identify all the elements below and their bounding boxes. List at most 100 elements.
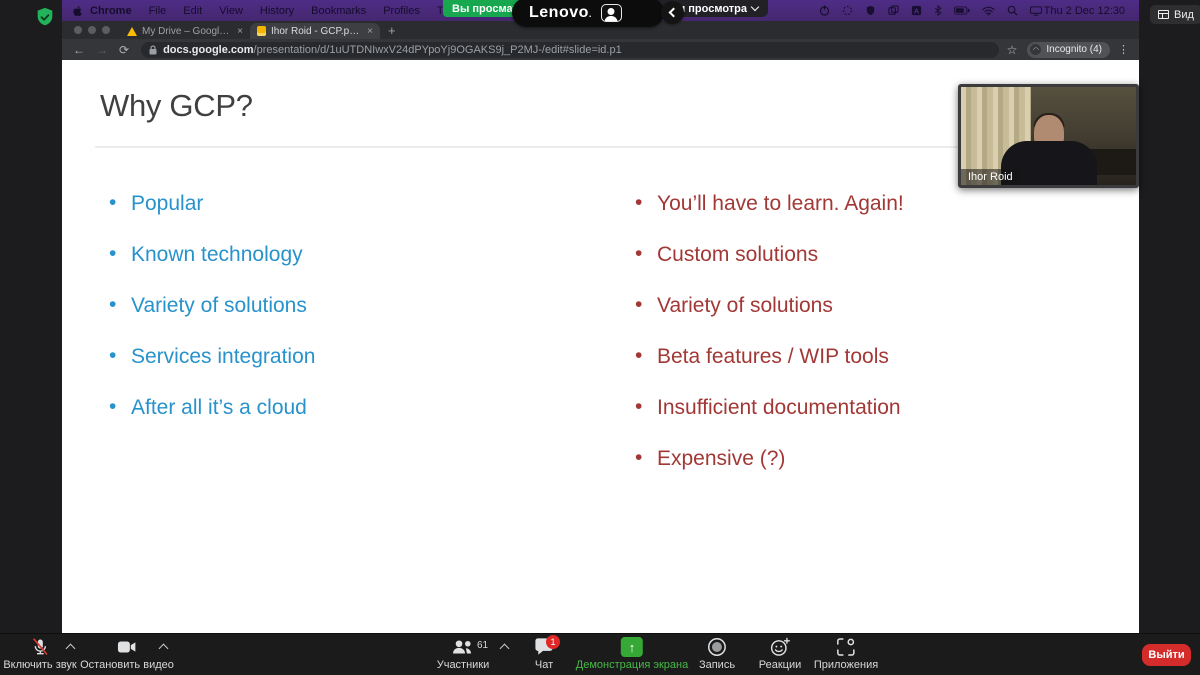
reactions-label: Реакции	[758, 659, 802, 671]
apps-icon	[837, 638, 855, 656]
bookmark-star-icon[interactable]: ☆	[1007, 43, 1018, 57]
menu-bar-item[interactable]: Chrome	[90, 5, 132, 17]
apps-button[interactable]: Приложения	[814, 637, 878, 671]
unmute-label: Включить звук	[3, 659, 77, 671]
collapse-overlay-button[interactable]	[661, 1, 684, 24]
con-bullet-item: Expensive (?)	[630, 446, 904, 470]
bluetooth-icon[interactable]	[934, 5, 942, 16]
tab-google-drive[interactable]: My Drive – Google Drive ×	[120, 23, 250, 39]
url-host: docs.google.com	[163, 43, 254, 56]
camera-user-icon[interactable]	[600, 3, 622, 22]
pro-bullet-item: Services integration	[104, 344, 315, 368]
con-bullet-item: You’ll have to learn. Again!	[630, 191, 904, 215]
leave-meeting-button[interactable]: Выйти	[1142, 644, 1191, 666]
menu-bar-clock[interactable]: Thu 2 Dec 12:30	[1044, 5, 1125, 17]
apple-logo-icon	[73, 5, 82, 16]
reactions-smiley-icon	[770, 637, 790, 656]
con-bullet-item: Custom solutions	[630, 242, 904, 266]
window-zoom-button[interactable]	[102, 26, 110, 34]
menu-bar-item[interactable]: History	[260, 5, 294, 17]
incognito-icon: ◠	[1030, 44, 1042, 55]
con-bullet-item: Insufficient documentation	[630, 395, 904, 419]
participant-video-thumbnail[interactable]: Ihor Roid	[958, 84, 1139, 188]
tab-title: My Drive – Google Drive	[142, 25, 232, 37]
lenovo-wordmark: Lenovo.	[529, 3, 592, 21]
video-camera-icon	[117, 641, 136, 653]
pros-bullet-list: Popular Known technology Variety of soluti…	[104, 191, 315, 447]
spotlight-search-icon[interactable]	[1007, 5, 1018, 16]
svg-text:A: A	[914, 6, 919, 15]
new-tab-button[interactable]: +	[388, 23, 396, 38]
battery-icon[interactable]	[953, 6, 970, 15]
menu-status-icons: A	[819, 5, 1042, 16]
window-close-button[interactable]	[74, 26, 82, 34]
input-source-icon[interactable]: A	[911, 5, 922, 16]
menu-bar-item[interactable]: Bookmarks	[311, 5, 366, 17]
viewing-label: Вы просмат	[452, 2, 518, 15]
pro-bullet-item: Known technology	[104, 242, 315, 266]
chat-label: Чат	[534, 659, 554, 671]
window-minimize-button[interactable]	[88, 26, 96, 34]
copy-icon[interactable]	[888, 5, 899, 16]
tab-gcp-slides[interactable]: Ihor Roid - GCP.pptx - Google ×	[250, 23, 380, 39]
power-icon[interactable]	[819, 5, 830, 16]
lenovo-camera-overlay: Lenovo.	[512, 0, 664, 27]
con-bullet-item: Variety of solutions	[630, 293, 904, 317]
title-divider	[95, 146, 1105, 148]
menu-bar-item[interactable]: View	[219, 5, 243, 17]
share-screen-icon: ↑	[621, 637, 643, 657]
google-drive-favicon	[127, 26, 137, 36]
window-controls	[62, 21, 120, 39]
participants-icon	[453, 640, 472, 654]
browser-toolbar: ← → ⟳ docs.google.com/presentation/d/1uU…	[62, 39, 1139, 60]
microphone-muted-icon	[32, 638, 48, 656]
zoom-toolbar: Включить звук Остановить видео Участники…	[0, 633, 1200, 675]
forward-button[interactable]: →	[96, 44, 108, 56]
participants-label: Участники	[436, 659, 490, 671]
security-shield-icon[interactable]	[34, 6, 56, 28]
participants-options-chevron[interactable]	[499, 643, 510, 654]
unmute-button[interactable]: Включить звук	[3, 637, 77, 671]
browser-menu-icon[interactable]: ⋮	[1118, 43, 1129, 56]
reactions-button[interactable]: Реакции	[758, 637, 802, 671]
url-path: /presentation/d/1uUTDNIwxV24dPYpoYj9OGAK…	[253, 43, 622, 56]
chevron-down-icon	[750, 2, 760, 12]
zoom-view-button[interactable]: Вид	[1150, 5, 1200, 24]
reload-button[interactable]: ⟳	[119, 44, 129, 56]
shield-status-icon[interactable]	[865, 5, 876, 16]
slide-title: Why GCP?	[100, 88, 253, 123]
tab-close-icon[interactable]: ×	[367, 26, 373, 37]
con-bullet-item: Beta features / WIP tools	[630, 344, 904, 368]
stop-video-button[interactable]: Остановить видео	[80, 637, 174, 671]
record-icon	[708, 638, 726, 656]
incognito-profile-chip[interactable]: ◠ Incognito (4)	[1027, 41, 1110, 58]
menu-bar-item[interactable]: Edit	[183, 5, 202, 17]
chevron-left-icon	[668, 7, 679, 18]
display-icon[interactable]	[1029, 5, 1042, 16]
back-button[interactable]: ←	[73, 44, 85, 56]
share-screen-button[interactable]: ↑ Демонстрация экрана	[576, 637, 688, 671]
pro-bullet-item: Popular	[104, 191, 315, 215]
participant-name-label: Ihor Roid	[961, 169, 1020, 185]
wifi-icon[interactable]	[981, 6, 995, 16]
keystroke-icon[interactable]	[842, 5, 853, 16]
chat-unread-badge: 1	[546, 635, 560, 649]
view-grid-icon	[1158, 10, 1169, 19]
participants-count: 61	[477, 640, 489, 651]
share-screen-label: Демонстрация экрана	[575, 659, 689, 671]
cons-bullet-list: You’ll have to learn. Again! Custom solut…	[630, 191, 904, 498]
incognito-label: Incognito (4)	[1046, 44, 1102, 55]
address-bar[interactable]: docs.google.com/presentation/d/1uUTDNIwx…	[141, 41, 999, 58]
pro-bullet-item: Variety of solutions	[104, 293, 315, 317]
menu-bar-item[interactable]: Profiles	[383, 5, 420, 17]
view-button-label: Вид	[1174, 8, 1194, 21]
record-label: Запись	[698, 659, 736, 671]
tab-title: Ihor Roid - GCP.pptx - Google	[271, 25, 363, 37]
apps-label: Приложения	[813, 659, 879, 671]
pro-bullet-item: After all it’s a cloud	[104, 395, 315, 419]
menu-bar-item[interactable]: File	[149, 5, 167, 17]
slides-favicon	[257, 26, 266, 36]
lock-icon	[149, 44, 157, 54]
record-button[interactable]: Запись	[699, 637, 735, 671]
tab-close-icon[interactable]: ×	[237, 26, 243, 37]
